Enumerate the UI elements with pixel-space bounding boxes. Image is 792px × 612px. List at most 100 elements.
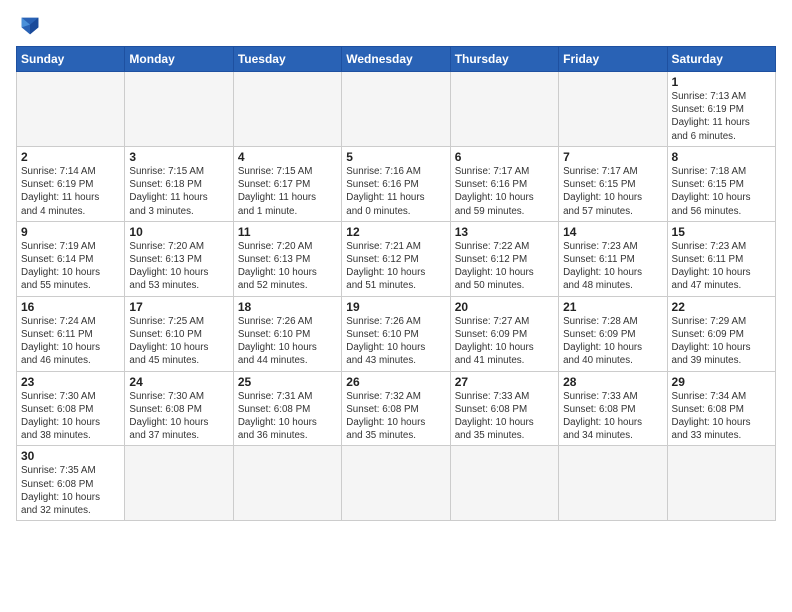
day-cell: 8Sunrise: 7:18 AM Sunset: 6:15 PM Daylig… <box>667 146 775 221</box>
day-number: 20 <box>455 300 554 314</box>
day-info: Sunrise: 7:23 AM Sunset: 6:11 PM Dayligh… <box>672 240 771 293</box>
day-cell <box>125 446 233 521</box>
day-number: 10 <box>129 225 228 239</box>
day-info: Sunrise: 7:15 AM Sunset: 6:17 PM Dayligh… <box>238 165 337 218</box>
weekday-header-saturday: Saturday <box>667 47 775 72</box>
day-number: 23 <box>21 375 120 389</box>
day-info: Sunrise: 7:23 AM Sunset: 6:11 PM Dayligh… <box>563 240 662 293</box>
week-row-1: 1Sunrise: 7:13 AM Sunset: 6:19 PM Daylig… <box>17 72 776 147</box>
weekday-header-row: SundayMondayTuesdayWednesdayThursdayFrid… <box>17 47 776 72</box>
weekday-header-friday: Friday <box>559 47 667 72</box>
day-number: 30 <box>21 449 120 463</box>
day-cell: 11Sunrise: 7:20 AM Sunset: 6:13 PM Dayli… <box>233 221 341 296</box>
day-info: Sunrise: 7:28 AM Sunset: 6:09 PM Dayligh… <box>563 315 662 368</box>
day-info: Sunrise: 7:32 AM Sunset: 6:08 PM Dayligh… <box>346 390 445 443</box>
week-row-5: 23Sunrise: 7:30 AM Sunset: 6:08 PM Dayli… <box>17 371 776 446</box>
day-info: Sunrise: 7:18 AM Sunset: 6:15 PM Dayligh… <box>672 165 771 218</box>
day-cell: 24Sunrise: 7:30 AM Sunset: 6:08 PM Dayli… <box>125 371 233 446</box>
day-cell: 21Sunrise: 7:28 AM Sunset: 6:09 PM Dayli… <box>559 296 667 371</box>
week-row-4: 16Sunrise: 7:24 AM Sunset: 6:11 PM Dayli… <box>17 296 776 371</box>
day-number: 3 <box>129 150 228 164</box>
weekday-header-wednesday: Wednesday <box>342 47 450 72</box>
day-number: 15 <box>672 225 771 239</box>
day-number: 18 <box>238 300 337 314</box>
day-number: 7 <box>563 150 662 164</box>
day-cell: 28Sunrise: 7:33 AM Sunset: 6:08 PM Dayli… <box>559 371 667 446</box>
header <box>16 12 776 40</box>
day-cell: 25Sunrise: 7:31 AM Sunset: 6:08 PM Dayli… <box>233 371 341 446</box>
day-cell: 1Sunrise: 7:13 AM Sunset: 6:19 PM Daylig… <box>667 72 775 147</box>
day-number: 26 <box>346 375 445 389</box>
day-info: Sunrise: 7:26 AM Sunset: 6:10 PM Dayligh… <box>238 315 337 368</box>
day-cell: 20Sunrise: 7:27 AM Sunset: 6:09 PM Dayli… <box>450 296 558 371</box>
day-info: Sunrise: 7:22 AM Sunset: 6:12 PM Dayligh… <box>455 240 554 293</box>
day-info: Sunrise: 7:20 AM Sunset: 6:13 PM Dayligh… <box>238 240 337 293</box>
day-number: 16 <box>21 300 120 314</box>
day-number: 12 <box>346 225 445 239</box>
weekday-header-tuesday: Tuesday <box>233 47 341 72</box>
day-info: Sunrise: 7:13 AM Sunset: 6:19 PM Dayligh… <box>672 90 771 143</box>
day-number: 21 <box>563 300 662 314</box>
day-info: Sunrise: 7:33 AM Sunset: 6:08 PM Dayligh… <box>455 390 554 443</box>
day-cell <box>559 446 667 521</box>
day-cell: 23Sunrise: 7:30 AM Sunset: 6:08 PM Dayli… <box>17 371 125 446</box>
day-cell: 17Sunrise: 7:25 AM Sunset: 6:10 PM Dayli… <box>125 296 233 371</box>
day-info: Sunrise: 7:20 AM Sunset: 6:13 PM Dayligh… <box>129 240 228 293</box>
day-number: 27 <box>455 375 554 389</box>
day-cell: 12Sunrise: 7:21 AM Sunset: 6:12 PM Dayli… <box>342 221 450 296</box>
day-cell: 3Sunrise: 7:15 AM Sunset: 6:18 PM Daylig… <box>125 146 233 221</box>
day-cell <box>17 72 125 147</box>
day-info: Sunrise: 7:31 AM Sunset: 6:08 PM Dayligh… <box>238 390 337 443</box>
day-cell: 26Sunrise: 7:32 AM Sunset: 6:08 PM Dayli… <box>342 371 450 446</box>
week-row-6: 30Sunrise: 7:35 AM Sunset: 6:08 PM Dayli… <box>17 446 776 521</box>
day-cell <box>125 72 233 147</box>
day-cell <box>342 72 450 147</box>
day-number: 4 <box>238 150 337 164</box>
day-info: Sunrise: 7:30 AM Sunset: 6:08 PM Dayligh… <box>21 390 120 443</box>
day-info: Sunrise: 7:24 AM Sunset: 6:11 PM Dayligh… <box>21 315 120 368</box>
day-info: Sunrise: 7:14 AM Sunset: 6:19 PM Dayligh… <box>21 165 120 218</box>
day-cell <box>342 446 450 521</box>
day-number: 1 <box>672 75 771 89</box>
day-number: 11 <box>238 225 337 239</box>
day-number: 22 <box>672 300 771 314</box>
day-number: 28 <box>563 375 662 389</box>
day-cell: 7Sunrise: 7:17 AM Sunset: 6:15 PM Daylig… <box>559 146 667 221</box>
day-cell: 14Sunrise: 7:23 AM Sunset: 6:11 PM Dayli… <box>559 221 667 296</box>
day-info: Sunrise: 7:16 AM Sunset: 6:16 PM Dayligh… <box>346 165 445 218</box>
day-cell: 9Sunrise: 7:19 AM Sunset: 6:14 PM Daylig… <box>17 221 125 296</box>
day-info: Sunrise: 7:17 AM Sunset: 6:16 PM Dayligh… <box>455 165 554 218</box>
day-info: Sunrise: 7:19 AM Sunset: 6:14 PM Dayligh… <box>21 240 120 293</box>
day-info: Sunrise: 7:30 AM Sunset: 6:08 PM Dayligh… <box>129 390 228 443</box>
day-number: 24 <box>129 375 228 389</box>
day-cell: 16Sunrise: 7:24 AM Sunset: 6:11 PM Dayli… <box>17 296 125 371</box>
logo-icon <box>16 12 44 40</box>
day-cell: 27Sunrise: 7:33 AM Sunset: 6:08 PM Dayli… <box>450 371 558 446</box>
day-cell <box>450 72 558 147</box>
day-cell: 4Sunrise: 7:15 AM Sunset: 6:17 PM Daylig… <box>233 146 341 221</box>
day-info: Sunrise: 7:27 AM Sunset: 6:09 PM Dayligh… <box>455 315 554 368</box>
day-number: 6 <box>455 150 554 164</box>
day-info: Sunrise: 7:21 AM Sunset: 6:12 PM Dayligh… <box>346 240 445 293</box>
logo <box>16 12 48 40</box>
day-cell: 2Sunrise: 7:14 AM Sunset: 6:19 PM Daylig… <box>17 146 125 221</box>
day-cell <box>233 72 341 147</box>
day-number: 19 <box>346 300 445 314</box>
day-cell <box>667 446 775 521</box>
day-number: 29 <box>672 375 771 389</box>
day-cell: 15Sunrise: 7:23 AM Sunset: 6:11 PM Dayli… <box>667 221 775 296</box>
day-cell: 5Sunrise: 7:16 AM Sunset: 6:16 PM Daylig… <box>342 146 450 221</box>
day-info: Sunrise: 7:29 AM Sunset: 6:09 PM Dayligh… <box>672 315 771 368</box>
day-cell <box>450 446 558 521</box>
day-cell: 10Sunrise: 7:20 AM Sunset: 6:13 PM Dayli… <box>125 221 233 296</box>
day-cell: 6Sunrise: 7:17 AM Sunset: 6:16 PM Daylig… <box>450 146 558 221</box>
day-info: Sunrise: 7:34 AM Sunset: 6:08 PM Dayligh… <box>672 390 771 443</box>
day-cell: 19Sunrise: 7:26 AM Sunset: 6:10 PM Dayli… <box>342 296 450 371</box>
day-number: 8 <box>672 150 771 164</box>
day-cell <box>559 72 667 147</box>
weekday-header-monday: Monday <box>125 47 233 72</box>
day-cell: 18Sunrise: 7:26 AM Sunset: 6:10 PM Dayli… <box>233 296 341 371</box>
day-cell: 30Sunrise: 7:35 AM Sunset: 6:08 PM Dayli… <box>17 446 125 521</box>
day-info: Sunrise: 7:17 AM Sunset: 6:15 PM Dayligh… <box>563 165 662 218</box>
weekday-header-thursday: Thursday <box>450 47 558 72</box>
